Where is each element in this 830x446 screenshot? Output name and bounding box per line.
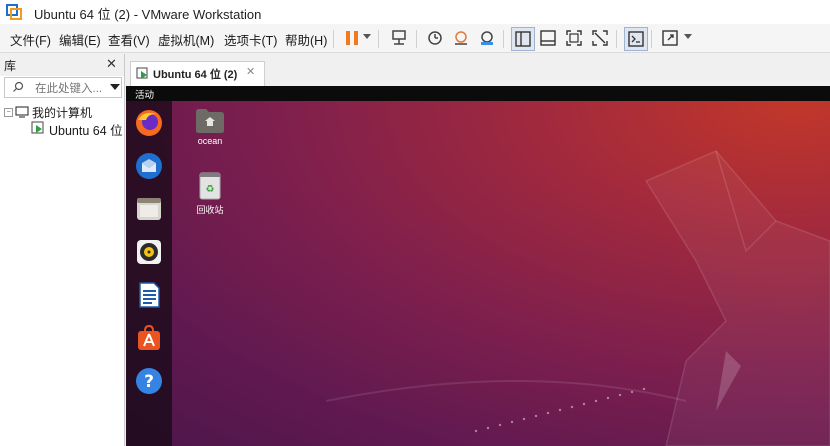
full-screen-icon[interactable]: [563, 27, 585, 49]
wallpaper-cat-icon: [325, 150, 830, 446]
rhythmbox-icon[interactable]: [134, 237, 164, 267]
svg-text:♻: ♻: [206, 184, 215, 195]
tree-collapse-icon[interactable]: −: [4, 108, 13, 117]
tree-item-ubuntu[interactable]: Ubuntu 64 位: [49, 120, 123, 139]
computer-icon: [15, 105, 29, 123]
desktop-icon-label: 回收站: [196, 205, 224, 215]
toolbar-separator: [616, 30, 617, 48]
svg-text:?: ?: [144, 372, 154, 392]
show-library-icon[interactable]: [511, 27, 535, 51]
chevron-down-icon[interactable]: [684, 34, 692, 39]
help-icon[interactable]: ?: [134, 366, 164, 396]
window-title: Ubuntu 64 位 (2) - VMware Workstation: [34, 7, 262, 22]
menu-tabs[interactable]: 选项卡(T): [224, 30, 277, 49]
menu-view[interactable]: 查看(V): [108, 30, 150, 49]
snapshot-manager-icon[interactable]: [476, 27, 498, 49]
toolbar-separator: [651, 30, 652, 48]
thunderbird-icon[interactable]: [134, 151, 164, 181]
chevron-down-icon[interactable]: [363, 34, 371, 39]
vm-running-icon: [31, 121, 45, 140]
firefox-icon[interactable]: [134, 108, 164, 138]
unity-mode-icon[interactable]: [589, 27, 611, 49]
console-view-icon[interactable]: [624, 27, 648, 51]
tree-item-my-computer[interactable]: 我的计算机: [32, 104, 92, 121]
pause-icon[interactable]: [341, 27, 363, 49]
send-ctrl-alt-del-icon[interactable]: [388, 27, 410, 49]
library-title: 库: [4, 59, 17, 73]
menu-file[interactable]: 文件(F): [10, 30, 51, 49]
toolbar-separator: [378, 30, 379, 48]
revert-snapshot-icon[interactable]: [450, 27, 472, 49]
vmware-logo-icon: [6, 4, 22, 20]
menu-vm[interactable]: 虚拟机(M): [158, 30, 214, 49]
files-icon[interactable]: [134, 194, 164, 224]
snapshot-icon[interactable]: [424, 27, 446, 49]
search-icon: [12, 80, 24, 98]
libreoffice-writer-icon[interactable]: [134, 280, 164, 310]
library-search-placeholder: 在此处键入...: [35, 83, 103, 95]
close-icon[interactable]: ✕: [106, 56, 117, 72]
desktop-icon-label: ocean: [197, 136, 223, 146]
vm-console[interactable]: 活动 ? ocean ♻ 回收站: [126, 86, 830, 446]
menu-edit[interactable]: 编辑(E): [59, 30, 101, 49]
tab-label: Ubuntu 64 位 (2): [153, 69, 238, 81]
chevron-down-icon[interactable]: [110, 84, 120, 90]
menu-help[interactable]: 帮助(H): [285, 30, 327, 49]
close-tab-icon[interactable]: ✕: [246, 65, 255, 78]
home-folder-icon[interactable]: [195, 108, 225, 139]
toolbar-separator: [416, 30, 417, 48]
stretch-guest-icon[interactable]: [659, 27, 681, 49]
toolbar-separator: [503, 30, 504, 48]
activities-button[interactable]: 活动: [135, 87, 154, 101]
gnome-top-bar: [126, 86, 830, 101]
vm-running-icon: [136, 67, 149, 85]
trash-icon[interactable]: ♻: [199, 172, 221, 205]
show-thumbnail-bar-icon[interactable]: [537, 27, 559, 49]
ubuntu-desktop[interactable]: [126, 101, 830, 446]
toolbar-separator: [333, 30, 334, 48]
software-icon[interactable]: [134, 323, 164, 353]
